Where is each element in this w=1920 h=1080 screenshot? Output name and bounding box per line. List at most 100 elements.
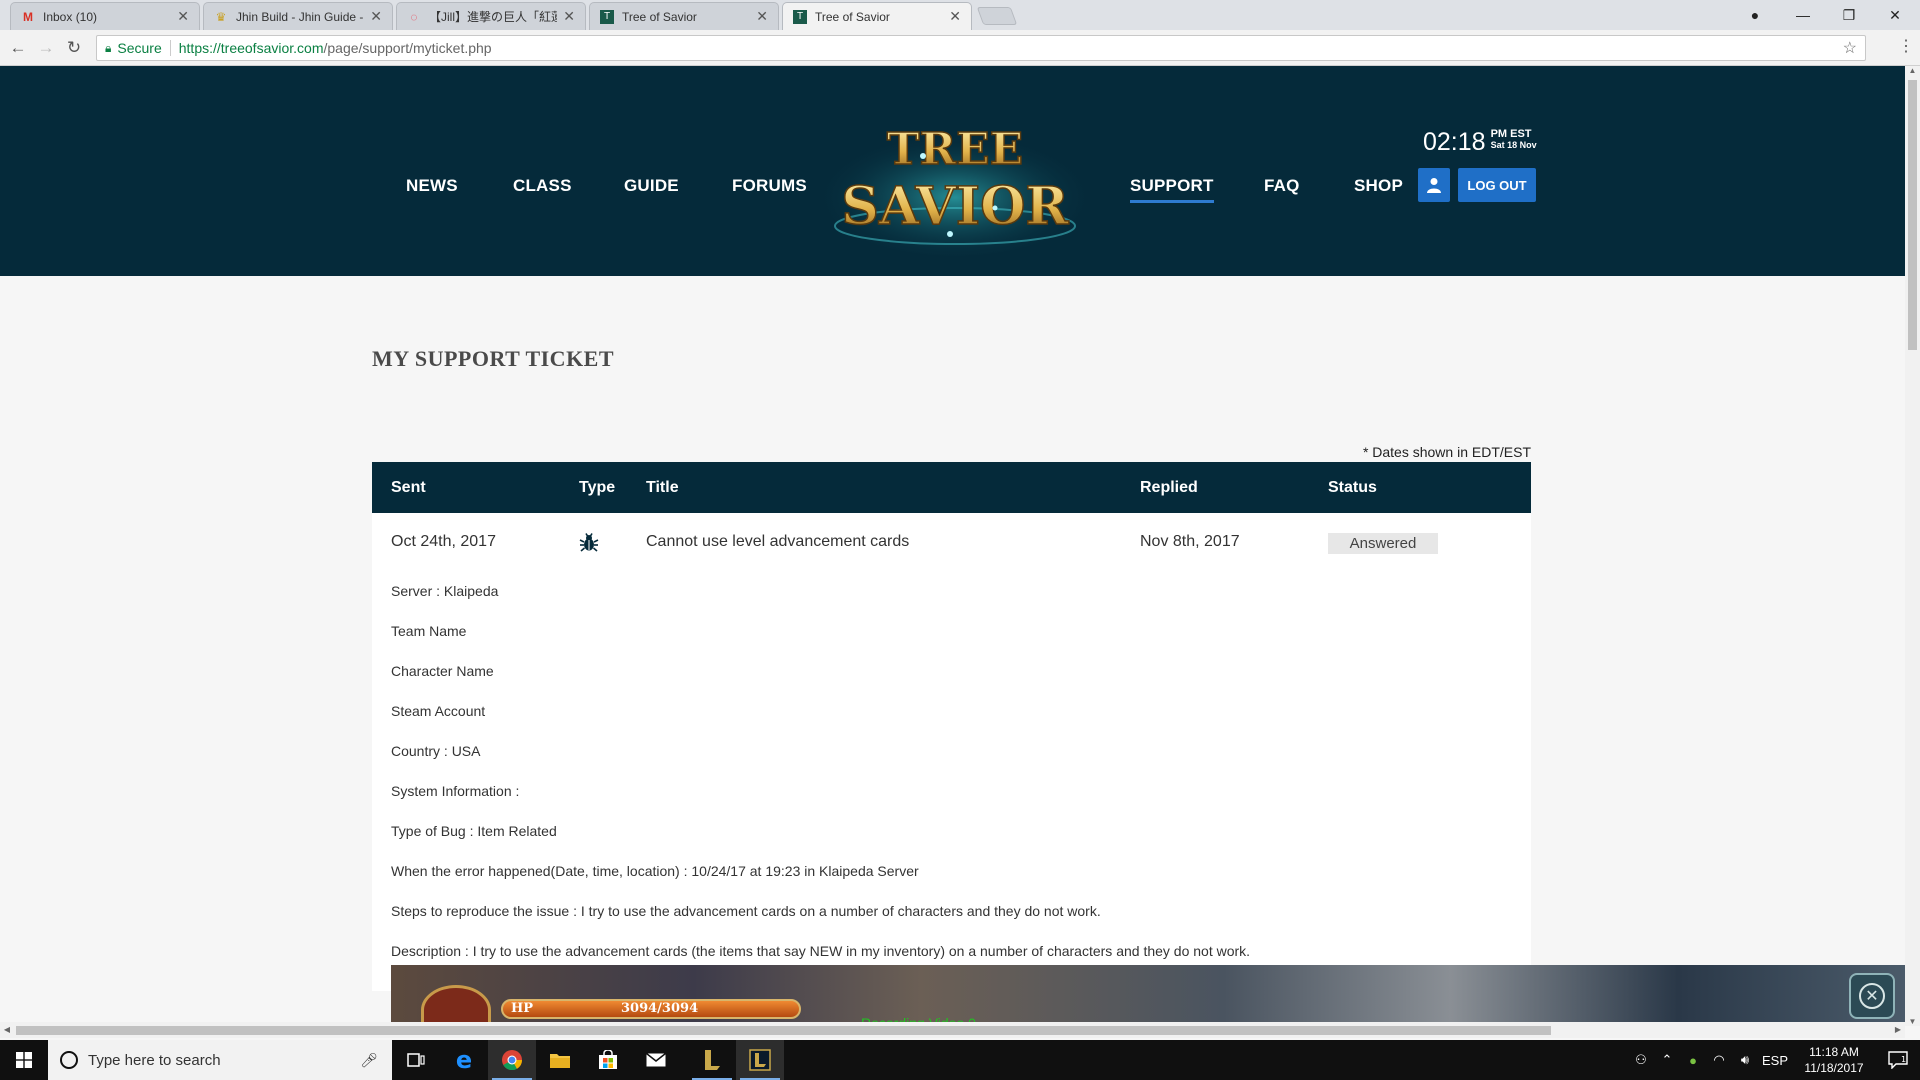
- close-icon[interactable]: ✕: [949, 8, 961, 25]
- forward-icon[interactable]: →: [34, 36, 58, 60]
- store-icon[interactable]: [584, 1040, 632, 1080]
- clock-ampm: PM: [1490, 128, 1508, 140]
- overlay-close-button[interactable]: ✕: [1849, 973, 1895, 1019]
- detail-server: Server : Klaipeda: [391, 583, 499, 599]
- site-header: NEWS CLASS GUIDE FORUMS TREE SAVIOR SUPP…: [0, 66, 1905, 276]
- tray-expand-icon[interactable]: ⌃: [1654, 1052, 1680, 1068]
- address-bar[interactable]: 🔒︎ Secure https://treeofsavior.com/page/…: [96, 35, 1866, 61]
- action-center-icon[interactable]: 1: [1876, 1051, 1920, 1069]
- logout-button[interactable]: LOG OUT: [1458, 168, 1536, 202]
- hp-label: HP: [511, 1001, 534, 1016]
- restore-icon[interactable]: ❐: [1826, 0, 1872, 30]
- tab-tree-of-savior-active[interactable]: T Tree of Savior ✕: [782, 2, 972, 30]
- character-portrait: [421, 985, 491, 1026]
- language-indicator[interactable]: ESP: [1758, 1053, 1792, 1068]
- scroll-thumb[interactable]: [16, 1026, 1551, 1035]
- detail-character-name: Character Name: [391, 663, 494, 679]
- dates-note: * Dates shown in EDT/EST: [1362, 444, 1531, 460]
- microphone-icon[interactable]: 🎤︎: [360, 1052, 378, 1069]
- hp-value: 3094/3094: [621, 1001, 699, 1016]
- url-host: https://treeofsavior.com: [178, 40, 324, 56]
- gmail-icon: M: [23, 9, 33, 24]
- taskbar-date: 11/18/2017: [1804, 1061, 1864, 1075]
- user-icon: [1427, 178, 1441, 193]
- chrome-icon[interactable]: [488, 1040, 536, 1080]
- scroll-thumb[interactable]: [1908, 80, 1917, 350]
- detail-steam-account: Steam Account: [391, 703, 486, 719]
- league-client-icon[interactable]: [688, 1040, 736, 1080]
- column-sent: Sent: [391, 479, 426, 496]
- wifi-icon[interactable]: ◠: [1706, 1052, 1732, 1068]
- start-button[interactable]: [0, 1040, 48, 1080]
- tos-icon: T: [793, 9, 807, 24]
- scroll-down-icon[interactable]: ▼: [1905, 1017, 1920, 1026]
- volume-icon[interactable]: 🔊︎: [1732, 1052, 1758, 1068]
- tray-app-icon[interactable]: ●: [1680, 1053, 1706, 1068]
- detail-type-of-bug: Type of Bug : Item Related: [391, 823, 557, 839]
- window-close-icon[interactable]: ✕: [1872, 0, 1918, 30]
- taskbar-search[interactable]: Type here to search 🎤︎: [48, 1040, 392, 1080]
- nav-faq[interactable]: FAQ: [1264, 176, 1300, 196]
- ticket-sent: Oct 24th, 2017: [391, 533, 496, 550]
- logo-line-2: SAVIOR: [841, 176, 1069, 237]
- site-icon: ♛: [215, 9, 227, 24]
- reload-icon[interactable]: ↻: [62, 36, 86, 60]
- task-view-icon[interactable]: [392, 1040, 440, 1080]
- nav-support[interactable]: SUPPORT: [1130, 176, 1214, 203]
- bug-icon: [579, 533, 599, 552]
- scroll-left-icon[interactable]: ◀: [0, 1022, 14, 1038]
- table-row[interactable]: Oct 24th, 2017 Cannot use level advancem…: [372, 513, 1531, 571]
- nav-class[interactable]: CLASS: [513, 176, 572, 196]
- nav-guide[interactable]: GUIDE: [624, 176, 679, 196]
- scroll-right-icon[interactable]: ▶: [1891, 1022, 1905, 1038]
- clock-date: Sat 18 Nov: [1490, 140, 1537, 150]
- vertical-scrollbar[interactable]: ▲ ▼: [1905, 66, 1920, 1026]
- page-title: MY SUPPORT TICKET: [372, 346, 615, 371]
- close-icon[interactable]: ✕: [563, 8, 575, 25]
- loading-icon: ◌: [410, 9, 418, 24]
- windows-taskbar: Type here to search 🎤︎ e ⚇ ⌃ ● ◠ 🔊︎ ESP: [0, 1040, 1920, 1080]
- bookmark-star-icon[interactable]: ☆: [1843, 38, 1857, 58]
- close-icon[interactable]: ✕: [177, 8, 189, 25]
- edge-icon[interactable]: e: [440, 1040, 488, 1080]
- close-icon[interactable]: ✕: [756, 8, 768, 25]
- tab-video[interactable]: ◌ 【Jill】進撃の巨人「紅蓮の弓 ✕: [396, 2, 586, 30]
- league-game-icon[interactable]: [736, 1040, 784, 1080]
- account-button[interactable]: [1418, 168, 1450, 202]
- tab-jhin-build[interactable]: ♛ Jhin Build - Jhin Guide - ✕: [203, 2, 393, 30]
- close-icon: ✕: [1859, 983, 1885, 1009]
- back-icon[interactable]: ←: [6, 36, 30, 60]
- profile-icon[interactable]: ●: [1732, 0, 1778, 30]
- file-explorer-icon[interactable]: [536, 1040, 584, 1080]
- column-replied: Replied: [1140, 479, 1198, 496]
- ticket-table: Sent Type Title Replied Status Oct 24th,…: [372, 462, 1531, 991]
- table-header: Sent Type Title Replied Status: [372, 462, 1531, 513]
- notification-count: 1: [1901, 1055, 1906, 1064]
- server-clock: 02:18 PM EST Sat 18 Nov: [1423, 128, 1537, 157]
- ticket-replied: Nov 8th, 2017: [1140, 533, 1240, 550]
- scroll-up-icon[interactable]: ▲: [1905, 66, 1920, 75]
- horizontal-scrollbar[interactable]: ◀ ▶: [0, 1022, 1905, 1038]
- close-icon[interactable]: ✕: [370, 8, 382, 25]
- people-icon[interactable]: ⚇: [1628, 1052, 1654, 1068]
- new-tab-button[interactable]: [976, 7, 1018, 25]
- tab-inbox[interactable]: M Inbox (10) ✕: [10, 2, 200, 30]
- browser-toolbar: ← → ↻ 🔒︎ Secure https://treeofsavior.com…: [0, 30, 1920, 66]
- browser-menu-icon[interactable]: ⋮: [1898, 36, 1914, 56]
- ticket-title[interactable]: Cannot use level advancement cards: [646, 513, 909, 571]
- detail-team-name: Team Name: [391, 623, 467, 639]
- game-overlay: HP 3094/3094 Recording Video 0 ✕: [391, 965, 1905, 1026]
- search-placeholder: Type here to search: [88, 1051, 221, 1069]
- nav-shop[interactable]: SHOP: [1354, 176, 1403, 196]
- detail-error-time: When the error happened(Date, time, loca…: [391, 863, 919, 879]
- nav-news[interactable]: NEWS: [406, 176, 458, 196]
- taskbar-clock[interactable]: 11:18 AM 11/18/2017: [1792, 1044, 1876, 1076]
- minimize-icon[interactable]: —: [1780, 0, 1826, 30]
- mail-icon[interactable]: [632, 1040, 680, 1080]
- tab-tree-of-savior[interactable]: T Tree of Savior ✕: [589, 2, 779, 30]
- nav-forums[interactable]: FORUMS: [732, 176, 807, 196]
- system-tray: ⚇ ⌃ ● ◠ 🔊︎ ESP 11:18 AM 11/18/2017 1: [1628, 1040, 1920, 1080]
- tree-of-savior-logo[interactable]: TREE SAVIOR: [805, 96, 1095, 256]
- clock-time: 02:18: [1423, 128, 1486, 156]
- status-badge: Answered: [1328, 533, 1438, 554]
